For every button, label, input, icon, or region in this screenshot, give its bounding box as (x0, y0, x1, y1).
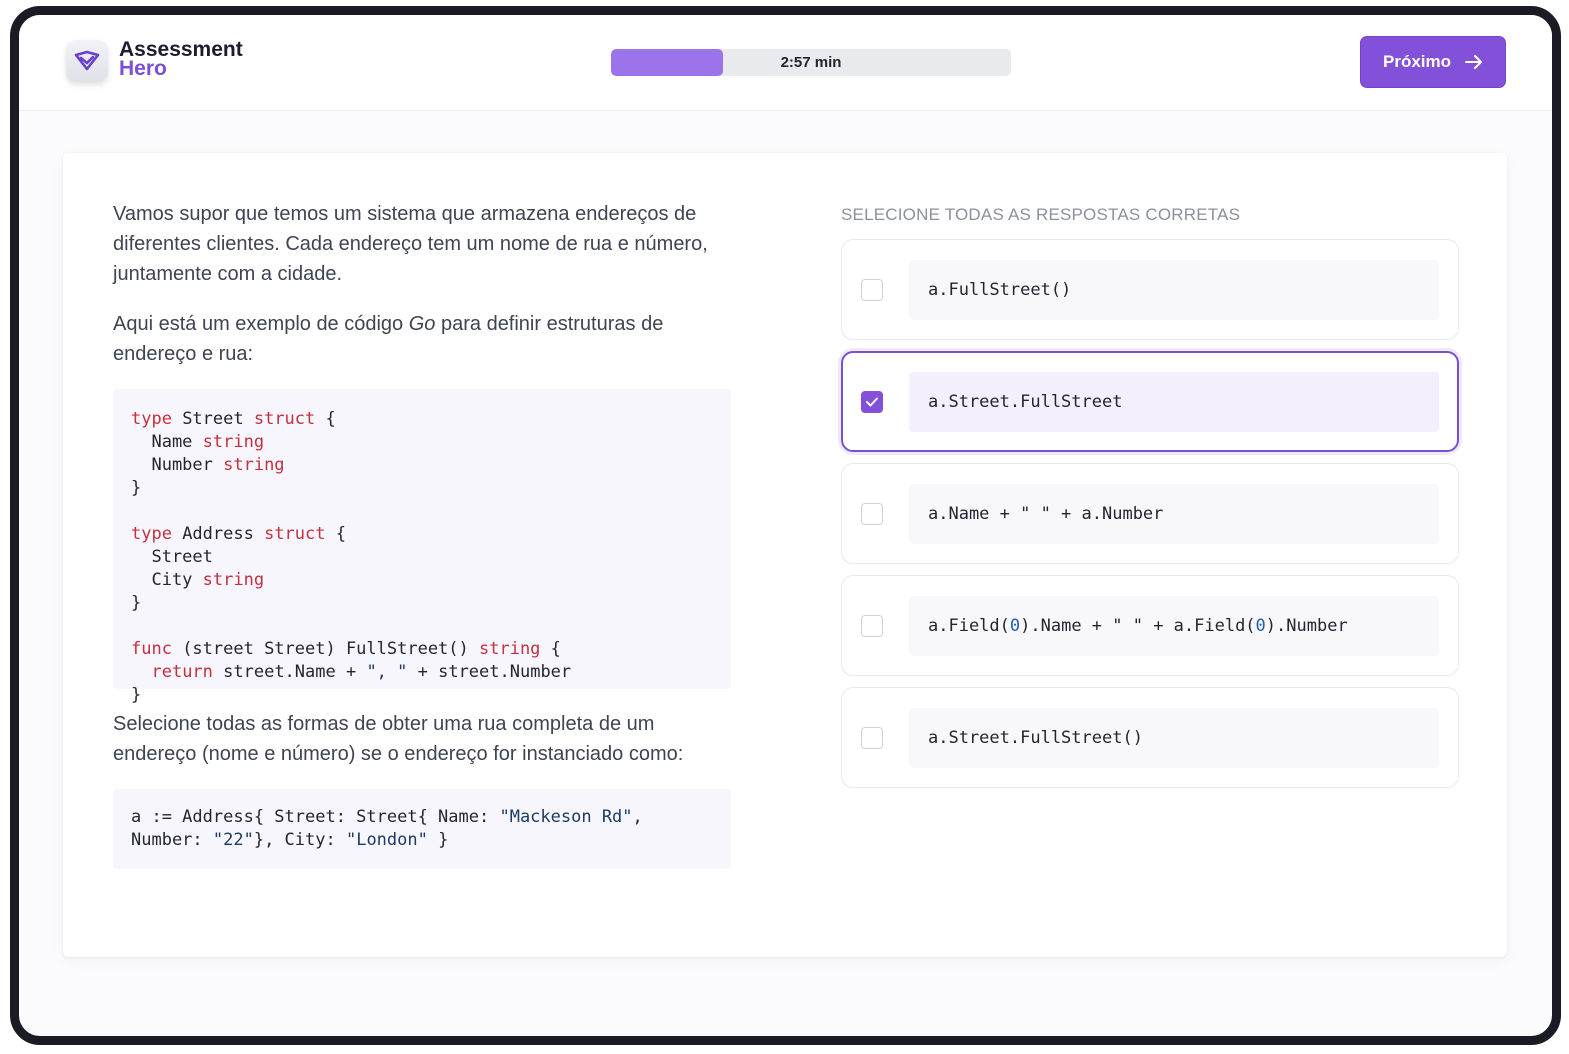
answer-code: a.Street.FullStreet() (909, 708, 1439, 768)
logo-line-2: Hero (119, 57, 167, 80)
answer-option-3[interactable]: a.Name + " " + a.Number (841, 463, 1459, 564)
language-name: Go (408, 313, 436, 335)
question-paragraph-3: Selecione todas as formas de obter uma r… (113, 713, 684, 765)
question-paragraph-1: Vamos supor que temos um sistema que arm… (113, 203, 708, 285)
logo-wordmark: Assessment Hero (119, 39, 243, 80)
instructions-label: SELECIONE TODAS AS RESPOSTAS CORRETAS (841, 205, 1241, 224)
question-panel: Vamos supor que temos um sistema que arm… (113, 199, 731, 869)
top-bar: Assessment Hero 2:57 min Próximo (19, 15, 1552, 111)
answer-option-4[interactable]: a.Field(0).Name + " " + a.Field(0).Numbe… (841, 575, 1459, 676)
answers-panel: SELECIONE TODAS AS RESPOSTAS CORRETAS a.… (841, 205, 1461, 788)
arrow-right-icon (1465, 55, 1483, 69)
app-window: Assessment Hero 2:57 min Próximo Vamos s… (10, 6, 1561, 1045)
answer-checkbox-checked[interactable] (861, 391, 883, 413)
answer-checkbox[interactable] (861, 727, 883, 749)
instance-code-block: a := Address{ Street: Street{ Name: "Mac… (113, 789, 731, 869)
timer-progress-bar: 2:57 min (611, 49, 1011, 76)
next-button[interactable]: Próximo (1360, 36, 1506, 88)
timer-text: 2:57 min (780, 54, 842, 71)
answer-checkbox[interactable] (861, 615, 883, 637)
answer-code: a.FullStreet() (909, 260, 1439, 320)
question-paragraph-2: Aqui está um exemplo de código Go para d… (113, 309, 731, 369)
answer-code: a.Name + " " + a.Number (909, 484, 1439, 544)
struct-code-block: type Street struct { Name string Number … (113, 389, 731, 705)
answer-checkbox[interactable] (861, 279, 883, 301)
answer-option-2[interactable]: a.Street.FullStreet (841, 351, 1459, 452)
answer-option-1[interactable]: a.FullStreet() (841, 239, 1459, 340)
question-card: Vamos supor que temos um sistema que arm… (63, 153, 1507, 957)
answer-option-5[interactable]: a.Street.FullStreet() (841, 687, 1459, 788)
answer-code: a.Street.FullStreet (909, 372, 1439, 432)
logo-icon (66, 40, 108, 82)
checkmark-icon (866, 397, 878, 407)
answer-code: a.Field(0).Name + " " + a.Field(0).Numbe… (909, 596, 1439, 656)
next-button-label: Próximo (1382, 52, 1452, 71)
paragraph-2-start: Aqui está um exemplo de código (113, 313, 409, 335)
answer-checkbox[interactable] (861, 503, 883, 525)
